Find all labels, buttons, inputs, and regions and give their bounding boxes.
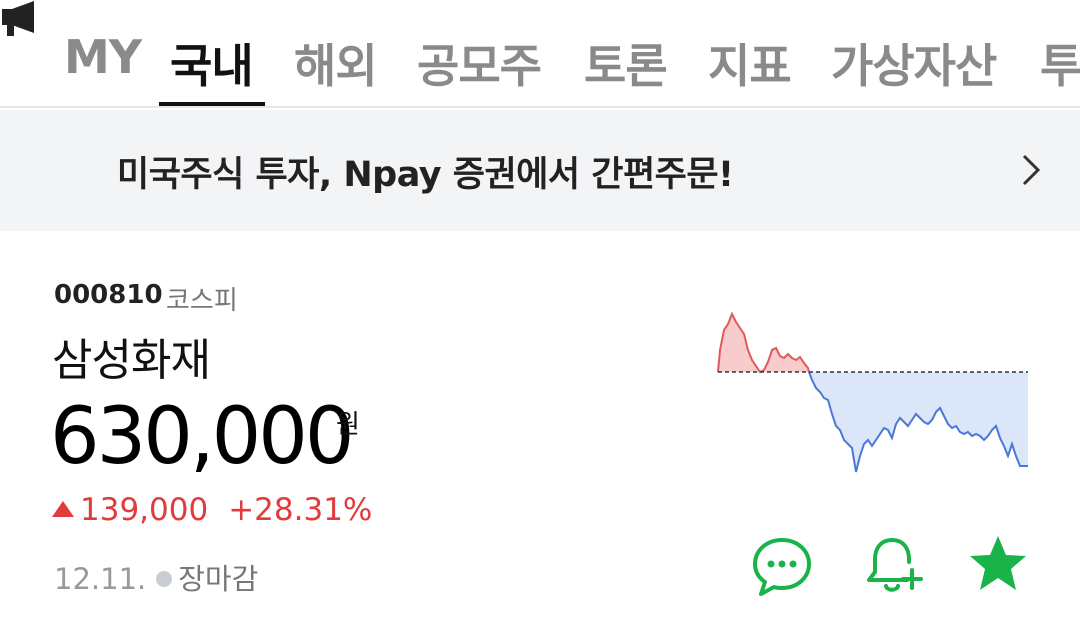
market-status-text: 장마감: [178, 562, 259, 596]
status-dot-icon: [156, 571, 173, 587]
active-tab-indicator: [159, 102, 265, 106]
sparkline-up-area: [718, 314, 809, 372]
current-price: 630,000: [50, 392, 355, 482]
tab-indicators[interactable]: 지표: [708, 30, 792, 96]
market-tabs: MY 국내 해외 공모주 토론 지표 가상자산 투: [0, 0, 1080, 108]
price-sparkline[interactable]: [712, 300, 1034, 480]
tab-overseas[interactable]: 해외: [294, 30, 378, 96]
price-unit: 원: [336, 410, 360, 440]
change-amount: 139,000: [80, 492, 209, 528]
tab-investment[interactable]: 투: [1040, 30, 1080, 96]
tab-crypto[interactable]: 가상자산: [831, 30, 997, 96]
market-name: 코스피: [166, 286, 238, 316]
tab-discussion[interactable]: 토론: [584, 30, 668, 96]
change-rate: +28.31%: [228, 492, 373, 528]
quote-date: 12.11.: [54, 562, 147, 596]
sparkline-down-area: [809, 372, 1028, 472]
price-change: 139,000 +28.31%: [52, 492, 372, 528]
stock-name[interactable]: 삼성화재: [52, 324, 211, 388]
chat-icon[interactable]: [750, 534, 814, 598]
stock-code: 000810: [54, 280, 163, 310]
tab-ipo[interactable]: 공모주: [417, 30, 542, 96]
chevron-right-icon[interactable]: [1020, 153, 1042, 187]
tab-domestic[interactable]: 국내: [170, 30, 254, 96]
banner-text[interactable]: 미국주식 투자, Npay 증권에서 간편주문!: [117, 146, 734, 197]
alarm-add-icon[interactable]: [862, 532, 926, 596]
market-status: 12.11. 장마감: [54, 556, 258, 598]
star-icon[interactable]: [966, 532, 1030, 596]
up-triangle-icon: [52, 501, 74, 517]
tab-my[interactable]: MY: [64, 30, 142, 84]
